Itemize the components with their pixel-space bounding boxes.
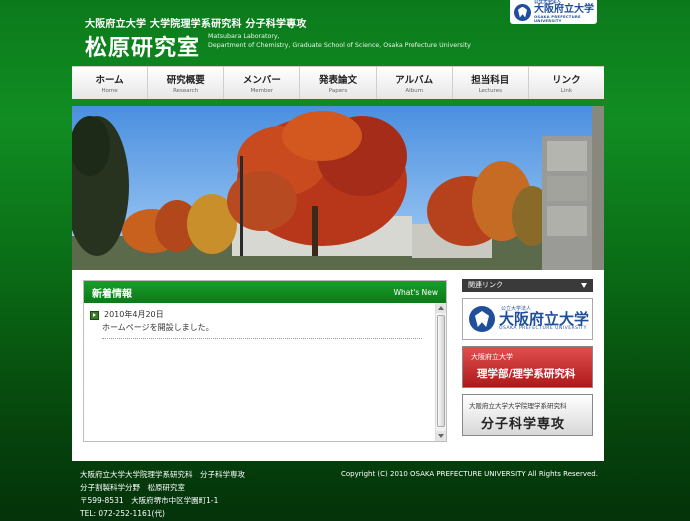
news-date: 2010年4月20日 xyxy=(104,310,164,319)
lab-subtitle: Matsubara Laboratory, Department of Chem… xyxy=(208,33,471,50)
news-box: 新着情報 What's New 2010年4月20日 ホームページを開設しました… xyxy=(83,280,447,442)
main-navigation: ホーム Home 研究概要 Research メンバー Member 発表論文 … xyxy=(72,66,604,99)
nav-label-en: Member xyxy=(250,88,274,94)
nav-label-jp: メンバー xyxy=(242,75,281,86)
related-links-heading[interactable]: 関連リンク xyxy=(462,279,593,292)
nav-item-home[interactable]: ホーム Home xyxy=(72,67,149,99)
lab-title[interactable]: 松原研究室 xyxy=(85,30,200,62)
nav-label-jp: 担当科目 xyxy=(471,75,510,86)
footer-copyright: Copyright (C) 2010 OSAKA PREFECTURE UNIV… xyxy=(341,470,598,478)
nav-label-en: Home xyxy=(101,88,118,94)
campus-photo xyxy=(72,106,604,270)
news-divider xyxy=(102,338,422,339)
science-banner-big: 理学部/理学系研究科 xyxy=(477,368,576,380)
footer-line-1: 大阪府立大学大学院理学系研究科 分子科学専攻 xyxy=(80,470,245,479)
opu-banner-text: 公立大学法人 大阪府立大学 OSAKA PREFECTURE UNIVERSIT… xyxy=(499,306,590,332)
nav-label-jp: 発表論文 xyxy=(318,75,357,86)
nav-label-en: Album xyxy=(405,88,423,94)
nav-label-en: Research xyxy=(173,88,199,94)
hero-campus-image xyxy=(72,106,604,270)
nav-item-lectures[interactable]: 担当科目 Lectures xyxy=(453,67,529,99)
opu-header-logo[interactable]: 公立大学法人 大阪府立大学 OSAKA PREFECTURE UNIVERSIT… xyxy=(510,0,597,24)
news-title-en: What's New xyxy=(393,287,438,297)
logo-english-text: OSAKA PREFECTURE UNIVERSITY xyxy=(534,14,581,24)
nav-item-link[interactable]: リンク Link xyxy=(529,67,604,99)
opu-emblem-icon xyxy=(469,306,495,332)
opu-logo-text: 公立大学法人 大阪府立大学 OSAKA PREFECTURE UNIVERSIT… xyxy=(534,0,597,24)
footer-line-3: 〒599-8531 大阪府堺市中区学園町1-1 xyxy=(80,496,219,505)
arrow-right-icon xyxy=(90,311,99,320)
news-list: 2010年4月20日 ホームページを開設しました。 xyxy=(84,303,436,441)
scroll-thumb[interactable] xyxy=(437,315,445,427)
nav-label-en: Papers xyxy=(328,88,348,94)
nav-item-research[interactable]: 研究概要 Research xyxy=(148,67,225,99)
opu-banner-eng: OSAKA PREFECTURE UNIVERSITY xyxy=(499,325,587,331)
news-item: 2010年4月20日 xyxy=(90,309,430,320)
nav-label-en: Lectures xyxy=(478,88,502,94)
scroll-up-icon[interactable] xyxy=(436,303,446,313)
nav-label-jp: リンク xyxy=(552,75,581,86)
lab-subtitle-line-2: Department of Chemistry, Graduate School… xyxy=(208,41,471,49)
nav-item-member[interactable]: メンバー Member xyxy=(224,67,301,99)
opu-banner-link[interactable]: 公立大学法人 大阪府立大学 OSAKA PREFECTURE UNIVERSIT… xyxy=(462,298,593,340)
science-faculty-banner-link[interactable]: 大阪府立大学 理学部/理学系研究科 xyxy=(462,346,593,388)
molecular-banner-small: 大阪府立大学大学院理学系研究科 xyxy=(469,402,567,410)
news-scrollbar[interactable] xyxy=(435,303,446,441)
nav-label-jp: ホーム xyxy=(95,75,124,86)
footer-address: 大阪府立大学大学院理学系研究科 分子科学専攻 分子割製科学分野 松原研究室 〒5… xyxy=(80,468,245,520)
nav-item-papers[interactable]: 発表論文 Papers xyxy=(300,67,377,99)
news-header: 新着情報 What's New xyxy=(84,281,446,303)
footer-line-4: TEL: 072-252-1161(代) xyxy=(80,509,165,518)
opu-banner-big: 大阪府立大学 xyxy=(499,309,590,328)
molecular-banner-big: 分子科学専攻 xyxy=(481,417,566,432)
news-text: ホームページを開設しました。 xyxy=(102,323,214,332)
footer-line-2: 分子割製科学分野 松原研究室 xyxy=(80,483,185,492)
scroll-down-icon[interactable] xyxy=(436,431,446,441)
lab-subtitle-line-1: Matsubara Laboratory, xyxy=(208,33,280,40)
nav-label-jp: 研究概要 xyxy=(166,75,205,86)
university-department-line: 大阪府立大学 大学院理学系研究科 分子科学専攻 xyxy=(85,19,307,30)
nav-label-jp: アルバム xyxy=(395,75,434,86)
nav-label-en: Link xyxy=(560,88,573,94)
nav-item-album[interactable]: アルバム Album xyxy=(377,67,453,99)
opu-emblem-icon xyxy=(514,3,531,21)
news-title: 新着情報 xyxy=(92,288,132,300)
science-banner-small: 大阪府立大学 xyxy=(471,353,513,361)
molecular-science-banner-link[interactable]: 大阪府立大学大学院理学系研究科 分子科学専攻 xyxy=(462,394,593,436)
